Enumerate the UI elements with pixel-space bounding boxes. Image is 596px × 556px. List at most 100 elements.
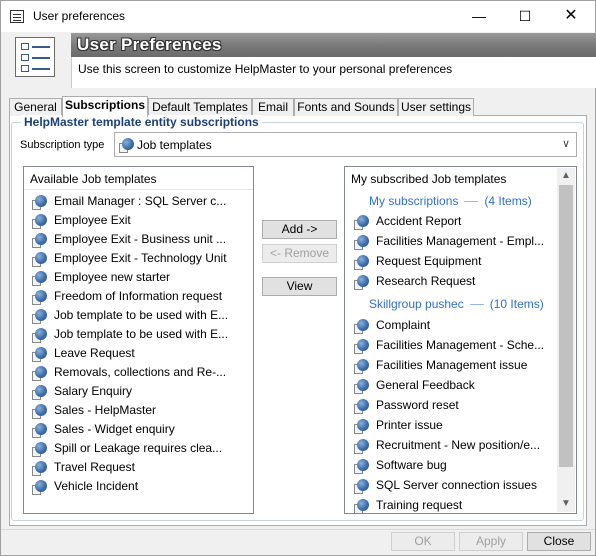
job-template-icon: [32, 404, 48, 420]
list-item[interactable]: Freedom of Information request: [32, 288, 242, 307]
list-item-label: General Feedback: [376, 378, 475, 392]
list-item[interactable]: Facilities Management - Empl...: [354, 233, 564, 252]
job-template-icon: [32, 309, 48, 325]
group-label: Skillgroup pushec: [369, 297, 464, 311]
job-template-icon: [32, 385, 48, 401]
list-item-label: Sales - Widget enquiry: [54, 422, 175, 436]
list-item[interactable]: Employee Exit - Business unit ...: [32, 231, 242, 250]
job-template-icon: [32, 347, 48, 363]
list-item[interactable]: Employee new starter: [32, 269, 242, 288]
subscription-type-value: Job templates: [137, 138, 212, 152]
tab-user-settings[interactable]: User settings: [398, 98, 474, 116]
subscription-group-header[interactable]: My subscriptions (4 Items): [369, 194, 532, 212]
banner-subtitle-text: Use this screen to customize HelpMaster …: [78, 62, 453, 76]
list-item[interactable]: SQL Server connection issues: [354, 477, 564, 496]
list-item[interactable]: Software bug: [354, 457, 564, 476]
subscription-type-select[interactable]: Job templates ∨: [114, 132, 577, 157]
list-item-label: Sales - HelpMaster: [54, 403, 157, 417]
group-title: HelpMaster template entity subscriptions: [21, 115, 262, 129]
tab-general[interactable]: General: [9, 98, 62, 116]
job-template-icon: [32, 480, 48, 496]
job-template-icon: [32, 328, 48, 344]
job-template-icon: [32, 214, 48, 230]
list-item[interactable]: Travel Request: [32, 459, 242, 478]
list-item-label: Freedom of Information request: [54, 289, 223, 303]
list-item-label: Employee Exit: [54, 213, 131, 227]
window-title: User preferences: [33, 9, 126, 23]
list-item-label: Accident Report: [376, 214, 462, 228]
list-item[interactable]: Employee Exit - Technology Unit: [32, 250, 242, 269]
list-item-label: Research Request: [376, 274, 476, 288]
ok-button[interactable]: OK: [391, 532, 455, 551]
subscription-group-header[interactable]: Skillgroup pushec (10 Items): [369, 297, 544, 315]
scroll-thumb[interactable]: [559, 185, 573, 467]
job-template-icon: [354, 359, 370, 375]
job-template-icon: [354, 459, 370, 475]
remove-button[interactable]: <- Remove: [262, 244, 337, 263]
close-window-button[interactable]: ✕: [548, 1, 594, 32]
list-item[interactable]: Job template to be used with E...: [32, 326, 242, 345]
list-item[interactable]: Facilities Management - Sche...: [354, 337, 564, 356]
list-item[interactable]: Removals, collections and Re-...: [32, 364, 242, 383]
list-item[interactable]: Training request: [354, 497, 564, 513]
title-bar: User preferences — ☐ ✕: [1, 1, 595, 32]
job-template-icon: [32, 423, 48, 439]
list-item[interactable]: General Feedback: [354, 377, 564, 396]
list-item[interactable]: Recruitment - New position/e...: [354, 437, 564, 456]
job-template-icon: [32, 195, 48, 211]
apply-button[interactable]: Apply: [459, 532, 523, 551]
subscription-type-label: Subscription type: [20, 139, 105, 151]
list-item[interactable]: Request Equipment: [354, 253, 564, 272]
list-item[interactable]: Employee Exit: [32, 212, 242, 231]
list-item[interactable]: Leave Request: [32, 345, 242, 364]
list-item[interactable]: Password reset: [354, 397, 564, 416]
list-item[interactable]: Spill or Leakage requires clea...: [32, 440, 242, 459]
list-item-label: Leave Request: [54, 346, 135, 360]
tab-email[interactable]: Email: [252, 98, 294, 116]
subscribed-list-scrollbar[interactable]: ▲ ▼: [557, 168, 575, 512]
list-item[interactable]: Salary Enquiry: [32, 383, 242, 402]
job-template-icon: [32, 252, 48, 268]
list-item[interactable]: Vehicle Incident: [32, 478, 242, 497]
list-item-label: Software bug: [376, 458, 447, 472]
job-template-icon: [354, 319, 370, 335]
list-item[interactable]: Printer issue: [354, 417, 564, 436]
available-templates-list[interactable]: Available Job templates Email Manager : …: [23, 166, 254, 514]
list-item[interactable]: Sales - Widget enquiry: [32, 421, 242, 440]
add-button[interactable]: Add ->: [262, 220, 337, 239]
list-item[interactable]: Email Manager : SQL Server c...: [32, 193, 242, 212]
minimize-button[interactable]: —: [456, 1, 502, 32]
list-item[interactable]: Job template to be used with E...: [32, 307, 242, 326]
tab-default-templates[interactable]: Default Templates: [148, 98, 252, 116]
list-item-label: Travel Request: [54, 460, 135, 474]
tab-fonts-and-sounds[interactable]: Fonts and Sounds: [294, 98, 398, 116]
job-template-icon: [354, 235, 370, 251]
scroll-down-icon[interactable]: ▼: [557, 496, 575, 512]
list-item-label: Training request: [376, 498, 463, 512]
scroll-up-icon[interactable]: ▲: [557, 168, 575, 184]
subscribed-templates-list[interactable]: My subscribed Job templates My subscript…: [344, 166, 577, 514]
maximize-button[interactable]: ☐: [502, 1, 548, 32]
list-item-label: Job template to be used with E...: [54, 308, 229, 322]
list-item[interactable]: Sales - HelpMaster: [32, 402, 242, 421]
list-item-label: Employee Exit - Business unit ...: [54, 232, 227, 246]
job-template-icon: [32, 233, 48, 249]
list-item-label: Email Manager : SQL Server c...: [54, 194, 227, 208]
list-item-label: Spill or Leakage requires clea...: [54, 441, 223, 455]
job-template-icon: [32, 461, 48, 477]
list-item[interactable]: Research Request: [354, 273, 564, 292]
view-button[interactable]: View: [262, 277, 337, 296]
tab-subscriptions[interactable]: Subscriptions: [62, 96, 148, 117]
list-item[interactable]: Facilities Management issue: [354, 357, 564, 376]
list-item[interactable]: Complaint: [354, 317, 564, 336]
job-template-icon: [32, 271, 48, 287]
list-item-label: Facilities Management - Sche...: [376, 338, 545, 352]
chevron-down-icon[interactable]: ∨: [562, 137, 570, 150]
job-template-icon: [354, 499, 370, 513]
job-template-icon: [354, 339, 370, 355]
close-button[interactable]: Close: [527, 532, 591, 551]
app-icon: [10, 10, 24, 23]
list-item-label: Job template to be used with E...: [54, 327, 229, 341]
job-template-icon: [32, 366, 48, 382]
list-item[interactable]: Accident Report: [354, 213, 564, 232]
